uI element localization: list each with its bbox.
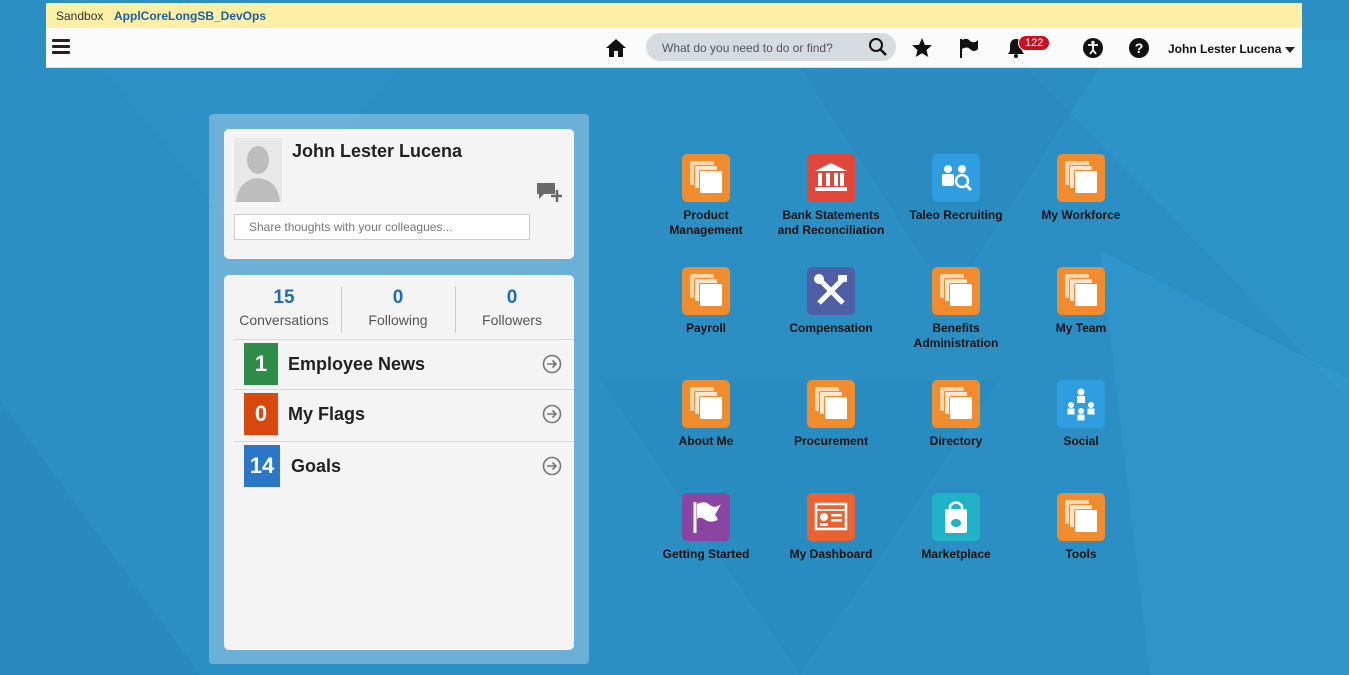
app-label: My Dashboard xyxy=(789,547,873,561)
app-directory[interactable]: Directory xyxy=(896,380,1016,449)
app-label: My Workforce xyxy=(1041,208,1121,222)
app-procurement[interactable]: Procurement xyxy=(771,380,891,449)
stack-icon xyxy=(682,380,730,428)
arrow-right-icon[interactable] xyxy=(542,404,562,424)
avatar[interactable] xyxy=(234,138,282,202)
svg-text:?: ? xyxy=(1135,40,1144,56)
app-my-dashboard[interactable]: My Dashboard xyxy=(771,493,891,562)
share-thoughts-input[interactable] xyxy=(234,214,530,240)
favorites-star-icon[interactable] xyxy=(910,36,934,60)
stat-value: 0 xyxy=(506,287,518,308)
user-menu[interactable]: John Lester Lucena xyxy=(1168,42,1296,56)
new-post-icon[interactable] xyxy=(536,181,562,203)
app-label: Getting Started xyxy=(662,547,750,561)
app-compensation[interactable]: Compensation xyxy=(771,267,891,336)
stat-label: Conversations xyxy=(239,312,329,328)
app-tools[interactable]: Tools xyxy=(1021,493,1141,562)
row-my-flags[interactable]: 0 My Flags xyxy=(244,393,564,435)
stack-icon xyxy=(807,380,855,428)
help-icon[interactable]: ? xyxy=(1127,36,1151,60)
tools-icon xyxy=(807,267,855,315)
app-label: Marketplace xyxy=(921,547,991,561)
home-icon[interactable] xyxy=(604,36,628,60)
app-label: Tools xyxy=(1065,547,1097,561)
row-goals[interactable]: 14 Goals xyxy=(244,445,564,487)
app-label: Directory xyxy=(929,434,983,448)
app-marketplace[interactable]: Marketplace xyxy=(896,493,1016,562)
flag-icon xyxy=(682,493,730,541)
recruiting-icon xyxy=(932,154,980,202)
app-label: My Team xyxy=(1055,321,1107,335)
social-panel: John Lester Lucena 15 Conversations 0 Fo… xyxy=(209,114,589,664)
app-getting-started[interactable]: Getting Started xyxy=(646,493,766,562)
divider xyxy=(234,339,574,340)
row-label: Goals xyxy=(291,456,342,476)
count-badge: 14 xyxy=(244,445,280,487)
watchlist-flag-icon[interactable] xyxy=(957,36,981,60)
global-header: 122 ? John Lester Lucena xyxy=(46,28,1302,68)
stack-icon xyxy=(682,154,730,202)
search-icon[interactable] xyxy=(868,37,888,57)
profile-card: John Lester Lucena xyxy=(224,129,574,259)
stat-value: 0 xyxy=(392,287,404,308)
stack-icon xyxy=(1057,493,1105,541)
app-label: Procurement xyxy=(793,434,869,448)
stat-value: 15 xyxy=(273,287,295,308)
app-label: Benefits Administration xyxy=(913,321,999,350)
stat-label: Following xyxy=(368,312,428,328)
app-label: Payroll xyxy=(685,321,727,335)
stat-following[interactable]: 0 Following xyxy=(341,287,455,328)
app-label: About Me xyxy=(678,434,734,448)
search-box xyxy=(646,33,896,61)
count-badge: 1 xyxy=(244,343,278,385)
background-pattern xyxy=(0,0,1349,675)
dashboard-icon xyxy=(807,493,855,541)
count-badge: 0 xyxy=(244,393,278,435)
app-payroll[interactable]: Payroll xyxy=(646,267,766,336)
stack-icon xyxy=(682,267,730,315)
chevron-down-icon xyxy=(1285,46,1296,53)
user-name: John Lester Lucena xyxy=(1168,42,1282,56)
app-label: Bank Statements and Reconciliation xyxy=(777,208,885,237)
divider xyxy=(234,389,574,390)
marketplace-icon xyxy=(932,493,980,541)
app-about-me[interactable]: About Me xyxy=(646,380,766,449)
app-label: Compensation xyxy=(789,321,873,335)
accessibility-icon[interactable] xyxy=(1081,36,1105,60)
arrow-right-icon[interactable] xyxy=(542,354,562,374)
navigator-menu-icon[interactable] xyxy=(52,39,70,55)
row-label: Employee News xyxy=(288,354,426,374)
bank-icon xyxy=(807,154,855,202)
app-benefits-administration[interactable]: Benefits Administration xyxy=(896,267,1016,351)
stack-icon xyxy=(1057,267,1105,315)
app-taleo-recruiting[interactable]: Taleo Recruiting xyxy=(896,154,1016,223)
stat-followers[interactable]: 0 Followers xyxy=(455,287,569,328)
sandbox-bar: Sandbox ApplCoreLongSB_DevOps xyxy=(46,3,1302,28)
stack-icon xyxy=(1057,154,1105,202)
notification-count-badge: 122 xyxy=(1018,35,1051,51)
stack-icon xyxy=(932,380,980,428)
app-product-management[interactable]: Product Management xyxy=(646,154,766,238)
app-my-workforce[interactable]: My Workforce xyxy=(1021,154,1141,223)
stat-label: Followers xyxy=(482,312,542,328)
app-social[interactable]: Social xyxy=(1021,380,1141,449)
sandbox-label: Sandbox xyxy=(56,9,104,23)
profile-name[interactable]: John Lester Lucena xyxy=(292,141,462,162)
stack-icon xyxy=(932,267,980,315)
app-my-team[interactable]: My Team xyxy=(1021,267,1141,336)
search-input[interactable] xyxy=(660,39,864,57)
app-label: Social xyxy=(1063,434,1099,448)
app-label: Product Management xyxy=(669,208,743,237)
row-employee-news[interactable]: 1 Employee News xyxy=(244,343,564,385)
social-icon xyxy=(1057,380,1105,428)
divider xyxy=(234,441,574,442)
arrow-right-icon[interactable] xyxy=(542,456,562,476)
sandbox-name-link[interactable]: ApplCoreLongSB_DevOps xyxy=(114,9,266,23)
app-bank-statements[interactable]: Bank Statements and Reconciliation xyxy=(771,154,891,238)
row-label: My Flags xyxy=(288,404,366,424)
activity-card: 15 Conversations 0 Following 0 Followers… xyxy=(224,275,574,650)
stat-conversations[interactable]: 15 Conversations xyxy=(227,287,341,328)
app-label: Taleo Recruiting xyxy=(909,208,1003,222)
